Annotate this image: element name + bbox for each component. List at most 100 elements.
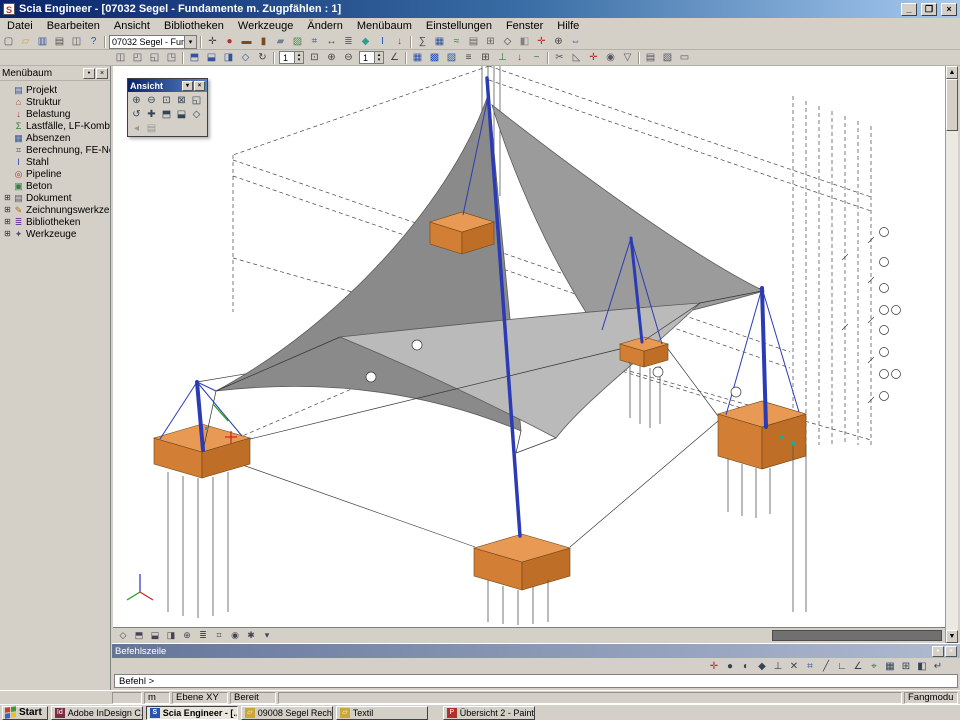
zoom-out-icon[interactable]: ⊖	[144, 93, 159, 107]
rotate-icon[interactable]: ↻	[254, 50, 271, 65]
prev-view-icon[interactable]: ◂	[129, 121, 144, 135]
clip-icon[interactable]: ✂	[551, 50, 568, 65]
task-scia-engineer[interactable]: SScia Engineer - [...	[146, 706, 238, 720]
named-view-icon[interactable]: ▤	[144, 121, 159, 135]
zoom-window-icon[interactable]: ⊡	[159, 93, 174, 107]
sidebar-item-werkzeuge[interactable]: ⊞✦Werkzeuge	[3, 228, 110, 240]
fit-icon[interactable]: ⊡	[306, 50, 323, 65]
column-icon[interactable]: ▮	[255, 34, 272, 49]
hidden-line-icon[interactable]: ▨	[443, 50, 460, 65]
snap-mid-icon[interactable]: ◐	[738, 659, 754, 673]
snap-intersect-icon[interactable]: ✕	[786, 659, 802, 673]
input-rel-icon[interactable]: ⊞	[898, 659, 914, 673]
expand-icon[interactable]: ⊞	[3, 206, 12, 215]
start-button[interactable]: Start	[2, 706, 48, 720]
table-icon[interactable]: ⊞	[482, 34, 499, 49]
pan-icon[interactable]: ⇔	[567, 34, 584, 49]
scale-x-spinner[interactable]: 1▴▾	[279, 51, 304, 64]
filter-icon[interactable]: ▽	[619, 50, 636, 65]
sidebar-item-dokument[interactable]: ⊞▤Dokument	[3, 192, 110, 204]
select-icon[interactable]: ✛	[204, 34, 221, 49]
window-new-icon[interactable]: ◳	[163, 50, 180, 65]
snap-node-icon[interactable]: ●	[722, 659, 738, 673]
spinner-arrows[interactable]: ▴▾	[294, 52, 303, 63]
menu-einstellungen[interactable]: Einstellungen	[419, 19, 499, 33]
zoom-selection-icon[interactable]: ◱	[189, 93, 204, 107]
task-09008-segel-rech[interactable]: ▱09008 Segel Rech...	[241, 706, 333, 720]
open-icon[interactable]: ▱	[17, 34, 34, 49]
profile-icon[interactable]: I	[374, 34, 391, 49]
sidebar-item-zeichnungswerkzeuge[interactable]: ⊞✎Zeichnungswerkzeuge	[3, 204, 110, 216]
save-icon[interactable]: ▥	[34, 34, 51, 49]
scroll-down-button[interactable]: ▼	[946, 630, 958, 643]
sidebar-close-button[interactable]: ×	[96, 68, 108, 79]
spin-down-icon[interactable]: ▾	[295, 58, 303, 63]
beam-icon[interactable]: ▬	[238, 34, 255, 49]
view-front-icon[interactable]: ⬓	[203, 50, 220, 65]
document-icon[interactable]: ▤	[465, 34, 482, 49]
labels-icon[interactable]: ≡	[460, 50, 477, 65]
preview-icon[interactable]: ◫	[68, 34, 85, 49]
numbering-icon[interactable]: ⊞	[477, 50, 494, 65]
layers-icon[interactable]: ≣	[340, 34, 357, 49]
maximize-button[interactable]: ❐	[921, 3, 937, 16]
view3d-icon[interactable]: ◇	[499, 34, 516, 49]
close-button[interactable]: ×	[941, 3, 957, 16]
shaded-icon[interactable]: ▩	[426, 50, 443, 65]
help-icon[interactable]: ?	[85, 34, 102, 49]
expand-icon[interactable]: ⊞	[3, 230, 12, 239]
material-icon[interactable]: ◆	[357, 34, 374, 49]
palette-menu-button[interactable]: ▾	[182, 81, 193, 91]
spinner-arrows[interactable]: ▴▾	[374, 52, 383, 63]
sidebar-item-absenzen[interactable]: ▦Absenzen	[3, 132, 110, 144]
vp-view-xy-icon[interactable]: ⬒	[131, 629, 147, 643]
zoom-in-icon[interactable]: ⊕	[129, 93, 144, 107]
grid-icon[interactable]: ⌗	[306, 34, 323, 49]
print-data-icon[interactable]: ▤	[642, 50, 659, 65]
view-iso-icon[interactable]: ◇	[237, 50, 254, 65]
ucs-icon[interactable]: ✛	[585, 50, 602, 65]
zoom-out-icon[interactable]: ⊖	[340, 50, 357, 65]
task-adobe-indesign-c[interactable]: IdAdobe InDesign C...	[51, 706, 143, 720]
sidebar-item-pipeline[interactable]: ◎Pipeline	[3, 168, 110, 180]
scale-y-spinner[interactable]: 1▴▾	[359, 51, 384, 64]
menu-ansicht[interactable]: Ansicht	[107, 19, 157, 33]
node-icon[interactable]: ●	[221, 34, 238, 49]
menu-ndern[interactable]: Ändern	[300, 19, 349, 33]
menu-hilfe[interactable]: Hilfe	[550, 19, 586, 33]
menu-fenster[interactable]: Fenster	[499, 19, 550, 33]
mesh-icon[interactable]: ▦	[431, 34, 448, 49]
sidebar-item-berechnung-fe-netz[interactable]: ⌗Berechnung, FE-Netz	[3, 144, 110, 156]
sidebar-item-belastung[interactable]: ↓Belastung	[3, 108, 110, 120]
palette-close-button[interactable]: ×	[194, 81, 205, 91]
menu-bibliotheken[interactable]: Bibliotheken	[157, 19, 231, 33]
ansicht-palette-header[interactable]: Ansicht ▾ ×	[128, 79, 207, 92]
tracking-icon[interactable]: ⌖	[866, 659, 882, 673]
loads-view-icon[interactable]: ↓	[511, 50, 528, 65]
vertical-scrollbar[interactable]: ▲ ▼	[945, 66, 958, 643]
zoom-in-icon[interactable]: ⊕	[323, 50, 340, 65]
load-icon[interactable]: ↓	[391, 34, 408, 49]
menu-werkzeuge[interactable]: Werkzeuge	[231, 19, 300, 33]
vp-view-xz-icon[interactable]: ⬓	[147, 629, 163, 643]
window-cascade-icon[interactable]: ◫	[112, 50, 129, 65]
sidebar-item-lastf-lle-lf-kombinationen[interactable]: ΣLastfälle, LF-Kombinationen	[3, 120, 110, 132]
view-side-icon[interactable]: ◨	[220, 50, 237, 65]
drawing-canvas[interactable]: Ansicht ▾ × ⊕⊖⊡⊠◱↺✚⬒⬓◇◂▤	[113, 66, 945, 627]
vp-view-yz-icon[interactable]: ◨	[163, 629, 179, 643]
spin-down-icon[interactable]: ▾	[375, 58, 383, 63]
vp-grid-icon[interactable]: ⌗	[211, 629, 227, 643]
sidebar-pin-button[interactable]: •	[83, 68, 95, 79]
vp-layers-icon[interactable]: ≣	[195, 629, 211, 643]
rotate-view-icon[interactable]: ↺	[129, 107, 144, 121]
enter-icon[interactable]: ↵	[930, 659, 946, 673]
deform-icon[interactable]: ~	[528, 50, 545, 65]
view-front-icon[interactable]: ⬓	[174, 107, 189, 121]
sidebar-item-projekt[interactable]: ▤Projekt	[3, 84, 110, 96]
dimension-icon[interactable]: ↔	[323, 34, 340, 49]
command-close-button[interactable]: ×	[945, 646, 957, 657]
render-icon[interactable]: ◧	[516, 34, 533, 49]
menu-bearbeiten[interactable]: Bearbeiten	[40, 19, 107, 33]
expand-icon[interactable]: ⊞	[3, 194, 12, 203]
snap-end-icon[interactable]: ◆	[754, 659, 770, 673]
